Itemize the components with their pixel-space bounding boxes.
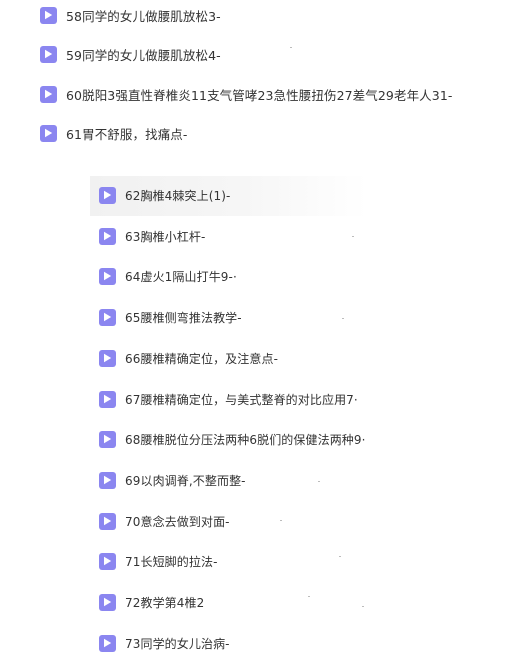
video-item-sub-8[interactable]: 69以肉调脊,不整而整- xyxy=(99,467,246,493)
video-item-label: 71长短脚的拉法- xyxy=(125,554,218,569)
video-item-label: 59同学的女儿做腰肌放松4- xyxy=(66,47,221,63)
video-item-label: 63胸椎小杠杆- xyxy=(125,229,206,244)
video-item-label: 68腰椎脱位分压法两种6脱们的保健法两种9· xyxy=(125,432,366,447)
video-item-top-2[interactable]: 59同学的女儿做腰肌放松4- xyxy=(40,41,221,67)
artifact-dot xyxy=(362,606,364,607)
play-icon xyxy=(99,593,116,611)
play-icon xyxy=(99,552,116,570)
video-item-label: 58同学的女儿做腰肌放松3- xyxy=(66,8,221,24)
artifact-dot xyxy=(318,481,320,482)
play-icon xyxy=(40,45,57,63)
play-icon xyxy=(99,390,116,408)
video-item-label: 72教学第4椎2 xyxy=(125,595,205,610)
video-item-sub-10[interactable]: 71长短脚的拉法- xyxy=(99,548,218,574)
play-icon xyxy=(99,186,116,204)
video-item-label: 60脱阳3强直性脊椎炎11支气管哮23急性腰扭伤27差气29老年人31- xyxy=(66,87,453,103)
video-item-sub-11[interactable]: 72教学第4椎2 xyxy=(99,589,204,615)
play-icon xyxy=(40,85,57,103)
play-icon xyxy=(99,471,116,489)
artifact-dot xyxy=(339,556,341,557)
artifact-dot xyxy=(342,318,344,319)
video-item-top-1[interactable]: 58同学的女儿做腰肌放松3- xyxy=(40,2,221,28)
video-item-label: 67腰椎精确定位，与美式整脊的对比应用7· xyxy=(125,392,358,407)
video-item-label: 61胃不舒服，找痛点- xyxy=(66,126,188,142)
video-item-sub-12[interactable]: 73同学的女儿治病- xyxy=(99,630,230,656)
play-icon xyxy=(99,512,116,530)
video-item-label: 62胸椎4棘突上(1)- xyxy=(125,188,231,203)
play-icon xyxy=(40,124,57,142)
play-icon xyxy=(99,227,116,245)
play-icon xyxy=(40,6,57,24)
artifact-dot xyxy=(290,47,292,48)
video-item-sub-4[interactable]: 65腰椎侧弯推法教学- xyxy=(99,304,242,330)
video-item-label: 73同学的女儿治病- xyxy=(125,636,230,651)
video-item-label: 65腰椎侧弯推法教学- xyxy=(125,310,242,325)
play-icon xyxy=(99,634,116,652)
video-item-sub-5[interactable]: 66腰椎精确定位，及注意点- xyxy=(99,345,278,371)
video-item-label: 64虚火1隔山打牛9-· xyxy=(125,269,237,284)
video-item-sub-6[interactable]: 67腰椎精确定位，与美式整脊的对比应用7· xyxy=(99,386,358,412)
video-item-sub-9[interactable]: 70意念去做到对面- xyxy=(99,508,230,534)
artifact-dot xyxy=(352,236,354,237)
video-item-sub-3[interactable]: 64虚火1隔山打牛9-· xyxy=(99,263,237,289)
video-item-label: 70意念去做到对面- xyxy=(125,514,230,529)
video-item-sub-7[interactable]: 68腰椎脱位分压法两种6脱们的保健法两种9· xyxy=(99,426,366,452)
video-item-label: 66腰椎精确定位，及注意点- xyxy=(125,351,279,366)
video-item-sub-2[interactable]: 63胸椎小杠杆- xyxy=(99,223,205,249)
video-item-sub-1[interactable]: 62胸椎4棘突上(1)- xyxy=(99,182,230,208)
video-item-label: 69以肉调脊,不整而整- xyxy=(125,473,246,488)
play-icon xyxy=(99,430,116,448)
video-item-top-4[interactable]: 61胃不舒服，找痛点- xyxy=(40,120,188,146)
video-item-top-3[interactable]: 60脱阳3强直性脊椎炎11支气管哮23急性腰扭伤27差气29老年人31- xyxy=(40,81,453,107)
artifact-dot xyxy=(308,596,310,597)
artifact-dot xyxy=(280,520,282,521)
play-icon xyxy=(99,349,116,367)
play-icon xyxy=(99,308,116,326)
play-icon xyxy=(99,267,116,285)
